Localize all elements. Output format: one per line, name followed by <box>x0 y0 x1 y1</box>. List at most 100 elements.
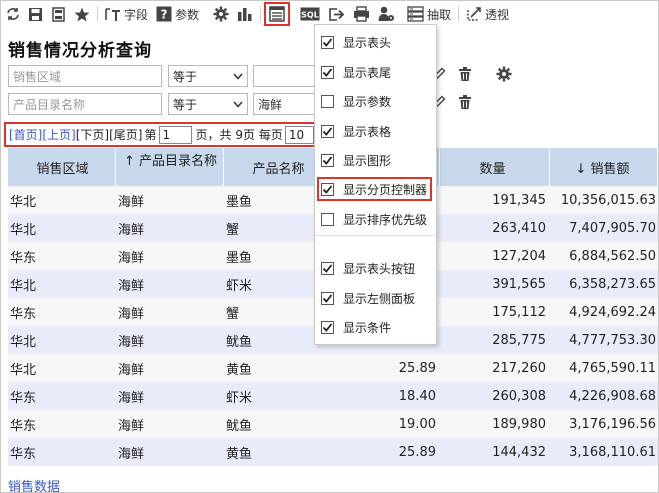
checkbox-checked-icon[interactable] <box>321 291 334 305</box>
next-page-link[interactable]: [下页] <box>76 126 109 143</box>
chart-button[interactable] <box>233 1 257 27</box>
menu-item[interactable]: 显示排序优先级 <box>319 207 434 231</box>
table-cell: 18.40 <box>398 388 436 404</box>
page-title: 销售情况分析查询 <box>8 41 152 61</box>
save-button[interactable] <box>24 1 47 27</box>
sales-data-link[interactable]: 销售数据 <box>8 476 60 493</box>
checkbox-checked-icon[interactable] <box>321 320 334 334</box>
menu-item-label: 显示排序优先级 <box>343 212 428 227</box>
settings-button[interactable] <box>209 1 233 27</box>
table-cell: 海鲜 <box>118 250 145 266</box>
table-cell: 4,777,753.30 <box>569 332 656 348</box>
gear-icon[interactable] <box>496 66 512 82</box>
column-header-sales[interactable]: ↓ 销售额 <box>550 148 658 186</box>
favorite-button[interactable] <box>70 1 94 27</box>
menu-item-label: 显示图形 <box>343 153 392 168</box>
filter-value-input[interactable] <box>253 65 315 87</box>
table-cell: 海鲜 <box>118 222 145 238</box>
menu-item[interactable]: 显示图形 <box>319 148 434 172</box>
field-button-label: 字段 <box>124 7 149 22</box>
checkbox-checked-icon[interactable] <box>321 153 334 167</box>
table-cell: 黄鱼 <box>226 362 253 378</box>
table-row[interactable]: 华东 海鲜 黄鱼 25.89 144,432 3,168,110.61 <box>8 438 658 466</box>
table-cell: 263,410 <box>492 220 546 236</box>
filter-field-input[interactable]: 产品目录名称 <box>8 93 162 115</box>
checkbox-checked-icon[interactable] <box>321 35 334 49</box>
menu-item[interactable]: 显示表头 <box>319 30 434 54</box>
prev-page-link[interactable]: [上页] <box>42 126 75 143</box>
table-cell: 4,924,692.24 <box>569 304 656 320</box>
menu-item-label: 显示表格 <box>343 124 392 139</box>
field-button[interactable]: 字段 <box>101 1 152 27</box>
table-row[interactable]: 华北 海鲜 黄鱼 25.89 217,260 4,765,590.11 <box>8 354 658 382</box>
param-button[interactable]: ? 参数 <box>152 1 203 27</box>
table-cell: 海鲜 <box>118 446 145 462</box>
page-number-input[interactable]: 1 <box>158 125 192 144</box>
menu-item-label: 显示参数 <box>343 94 392 109</box>
question-icon: ? <box>156 6 172 22</box>
table-cell: 华北 <box>10 334 37 350</box>
table-cell: 华北 <box>10 222 37 238</box>
menu-item-label: 显示表头 <box>343 35 392 50</box>
column-header-quantity[interactable]: 数量 <box>440 148 550 186</box>
sql-icon: SQL <box>300 7 320 21</box>
table-row[interactable]: 华东 海鲜 虾米 18.40 260,308 4,226,908.68 <box>8 382 658 410</box>
menu-item[interactable]: 显示表尾 <box>319 60 434 84</box>
refresh-button[interactable] <box>2 1 24 27</box>
menu-item[interactable]: 显示表格 <box>319 119 434 143</box>
table-cell: 285,775 <box>492 332 546 348</box>
last-page-link[interactable]: [尾页] <box>109 126 142 143</box>
save-icon <box>29 7 42 21</box>
table-cell: 海鲜 <box>118 306 145 322</box>
table-cell: 191,345 <box>492 192 546 208</box>
gear-icon <box>213 6 229 22</box>
toolbar-divider <box>458 6 460 22</box>
checkbox-checked-icon[interactable] <box>321 261 334 275</box>
filter-value-input[interactable]: 海鲜 <box>253 93 315 115</box>
save-as-button[interactable] <box>47 1 70 27</box>
menu-item[interactable]: 显示条件 <box>319 315 434 339</box>
checkbox-checked-icon[interactable] <box>321 182 334 196</box>
printer-icon <box>354 6 370 22</box>
extract-icon <box>407 6 424 22</box>
chevron-down-icon <box>233 101 243 108</box>
table-cell: 虾米 <box>226 390 253 406</box>
checkbox-checked-icon[interactable] <box>321 65 334 79</box>
first-page-link[interactable]: [首页] <box>9 126 42 143</box>
checkbox-checked-icon[interactable] <box>321 124 334 138</box>
menu-item[interactable]: 显示表头按钮 <box>319 256 434 280</box>
export-icon <box>329 7 345 21</box>
filter-operator-select[interactable]: 等于 <box>168 65 248 87</box>
column-header-category[interactable]: ↑ 产品目录名称 <box>116 148 224 186</box>
table-cell: 10,356,015.63 <box>560 192 656 208</box>
pivot-button[interactable]: 透视 <box>462 1 513 27</box>
menu-item[interactable]: 显示左侧面板 <box>319 286 434 310</box>
checkbox-unchecked-icon[interactable] <box>321 212 334 226</box>
display-options-menu: 显示表头显示表尾显示参数显示表格显示图形显示分页控制器显示排序优先级显示表头按钮… <box>314 24 437 345</box>
menu-item-label: 显示左侧面板 <box>343 291 416 306</box>
filter-operator-select[interactable]: 等于 <box>168 93 248 115</box>
layout-icon <box>269 6 285 22</box>
filter-field-input[interactable]: 销售区域 <box>8 65 162 87</box>
column-header-region[interactable]: 销售区域 <box>8 148 116 186</box>
table-cell: 175,112 <box>492 304 546 320</box>
menu-item[interactable]: 显示分页控制器 <box>317 177 432 201</box>
table-cell: 19.00 <box>398 416 436 432</box>
table-cell: 189,980 <box>492 416 546 432</box>
table-cell: 鱿鱼 <box>226 418 253 434</box>
filter-row-2: 产品目录名称 等于 海鲜 <box>8 93 315 115</box>
trash-icon[interactable] <box>458 67 472 82</box>
checkbox-unchecked-icon[interactable] <box>321 94 334 108</box>
menu-item[interactable]: 显示参数 <box>319 89 434 113</box>
table-cell: 4,765,590.11 <box>569 360 656 376</box>
table-cell: 黄鱼 <box>226 446 253 462</box>
table-cell: 华东 <box>10 306 37 322</box>
pivot-icon <box>467 7 481 21</box>
table-cell: 海鲜 <box>118 194 145 210</box>
trash-icon[interactable] <box>458 95 472 110</box>
table-row[interactable]: 华东 海鲜 鱿鱼 19.00 189,980 3,176,196.56 <box>8 410 658 438</box>
page-info: 页，共 9页 每页 <box>195 128 283 142</box>
field-icon <box>105 7 120 21</box>
page-size-input[interactable]: 10 <box>284 125 314 144</box>
layout-button[interactable] <box>264 2 291 26</box>
